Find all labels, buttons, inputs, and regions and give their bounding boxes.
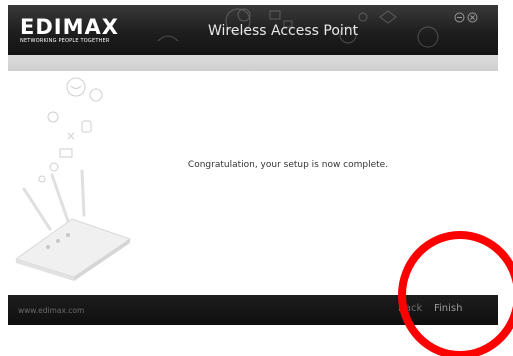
close-icon[interactable] [467,12,478,23]
footer-bar: www.edimax.com Back Finish [8,295,498,325]
window-title: Wireless Access Point [208,23,359,39]
header-sub-bar [8,55,498,71]
finish-button[interactable]: Finish [434,303,462,314]
router-image [14,77,132,281]
edimax-logo: EDIMAX [20,15,119,39]
logo-tagline: NETWORKING PEOPLE TOGETHER [20,38,110,44]
setup-wizard-window: EDIMAX NETWORKING PEOPLE TOGETHER Wirele… [8,5,498,325]
back-button[interactable]: Back [398,303,422,314]
header-bar: EDIMAX NETWORKING PEOPLE TOGETHER Wirele… [8,5,498,55]
footer-url[interactable]: www.edimax.com [18,306,84,315]
completion-message: Congratulation, your setup is now comple… [187,160,389,170]
minimize-icon[interactable] [454,12,465,23]
